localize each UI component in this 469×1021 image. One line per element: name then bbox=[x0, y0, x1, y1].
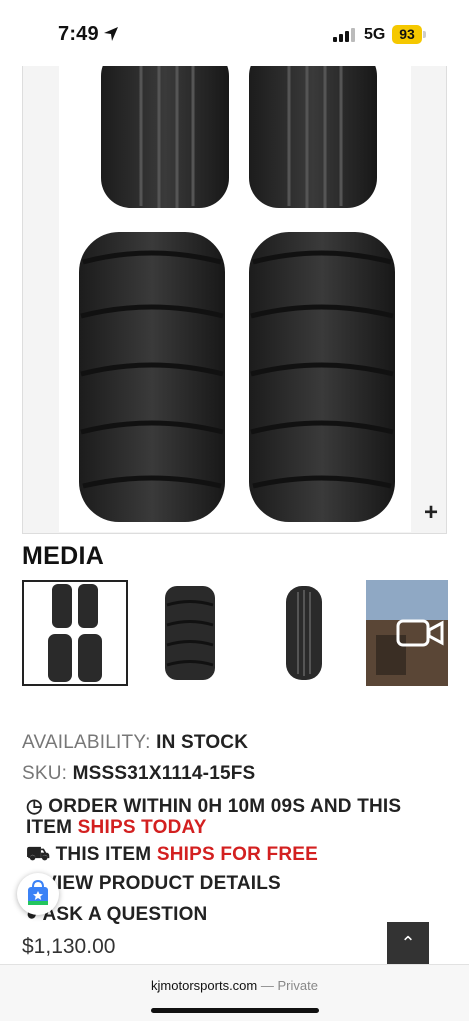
product-price: $1,130.00 bbox=[22, 935, 116, 958]
availability-row: AVAILABILITY: IN STOCK bbox=[22, 732, 248, 754]
availability-value: IN STOCK bbox=[156, 732, 249, 753]
thumbnail-image bbox=[286, 586, 322, 680]
battery-nub bbox=[423, 31, 426, 38]
truck-icon: ⛟ bbox=[26, 844, 51, 865]
home-indicator[interactable] bbox=[151, 1008, 319, 1013]
url-private-label: Private bbox=[277, 978, 318, 993]
ships-today-text: SHIPS TODAY bbox=[77, 817, 207, 838]
status-time: 7:49 bbox=[58, 23, 99, 45]
thumbnail-image bbox=[48, 584, 102, 682]
sku-label: SKU: bbox=[22, 763, 68, 784]
shipping-text: THIS ITEM bbox=[55, 844, 152, 865]
main-product-image-frame[interactable]: + bbox=[22, 66, 447, 534]
order-text: ORDER WITHIN 0H 10M 09S AND THIS bbox=[48, 796, 402, 817]
order-text-2: ITEM bbox=[26, 817, 73, 838]
media-thumbnail-3[interactable] bbox=[252, 580, 358, 686]
browser-url-bar[interactable]: kjmotorsports.com — Private bbox=[0, 964, 469, 1021]
media-thumbnail-video[interactable] bbox=[366, 580, 448, 686]
signal-bars-icon bbox=[333, 28, 355, 42]
video-camera-icon bbox=[396, 619, 444, 647]
order-row-2: ITEM SHIPS TODAY bbox=[26, 817, 207, 839]
main-product-image[interactable] bbox=[59, 66, 411, 532]
order-row: ◷ ORDER WITHIN 0H 10M 09S AND THIS bbox=[26, 795, 401, 818]
media-thumbnail-1[interactable] bbox=[22, 580, 128, 686]
shipping-row: ⛟ THIS ITEM SHIPS FOR FREE bbox=[26, 844, 318, 868]
url-display[interactable]: kjmotorsports.com — Private bbox=[0, 978, 469, 993]
battery-indicator: 93 bbox=[392, 25, 422, 44]
status-bar: 7:49 5G 93 bbox=[0, 0, 469, 66]
network-type: 5G bbox=[364, 26, 386, 43]
url-separator: — bbox=[257, 978, 278, 993]
sku-row: SKU: MSSS31X1114-15FS bbox=[22, 763, 255, 785]
ships-free-text: SHIPS FOR FREE bbox=[156, 844, 318, 865]
url-domain: kjmotorsports.com bbox=[151, 978, 258, 993]
availability-label: AVAILABILITY: bbox=[22, 732, 151, 753]
shopping-bag-icon bbox=[28, 879, 48, 905]
view-details-text[interactable]: VIEW PRODUCT DETAILS bbox=[44, 873, 281, 894]
media-heading: MEDIA bbox=[22, 542, 105, 570]
ask-question-text[interactable]: ASK A QUESTION bbox=[42, 904, 207, 925]
view-product-details-link[interactable]: VIEW PRODUCT DETAILS bbox=[44, 873, 281, 895]
scroll-to-top-button[interactable]: ⌃ bbox=[387, 922, 429, 964]
clock-icon: ◷ bbox=[26, 796, 43, 817]
chevron-up-icon: ⌃ bbox=[400, 933, 416, 953]
sku-value: MSSS31X1114-15FS bbox=[72, 763, 256, 784]
media-thumbnail-2[interactable] bbox=[137, 580, 243, 686]
location-arrow-icon bbox=[104, 27, 118, 41]
shopping-bag-button[interactable] bbox=[17, 873, 59, 915]
plus-icon[interactable]: + bbox=[424, 501, 438, 525]
thumbnail-image bbox=[165, 586, 215, 680]
